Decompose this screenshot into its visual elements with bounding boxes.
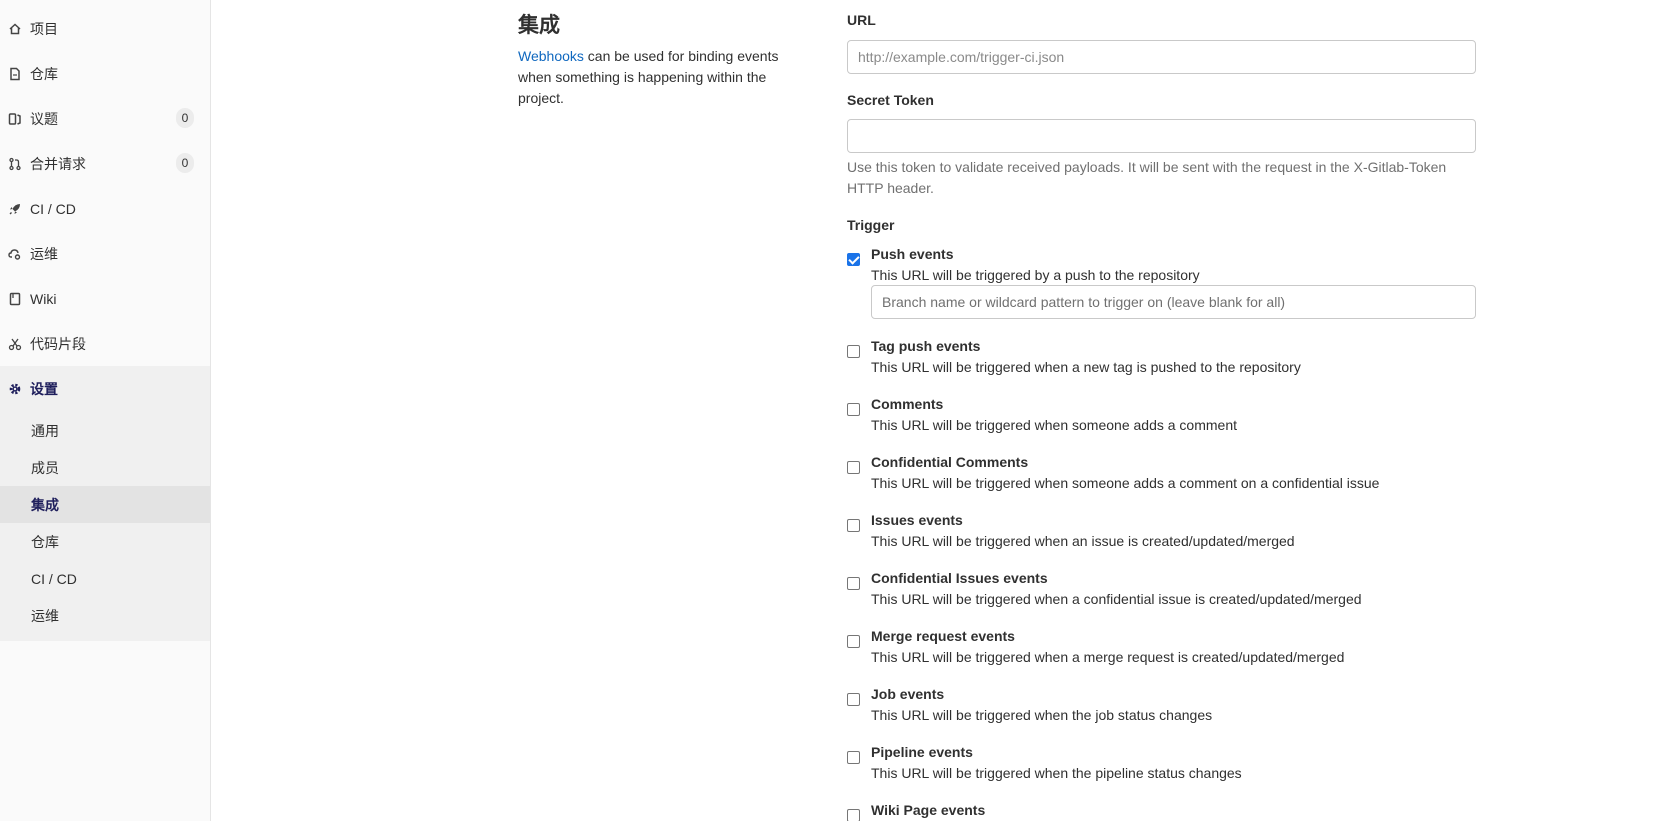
sidebar-item-label: 项目 xyxy=(30,20,58,37)
trigger-title: Merge request events xyxy=(871,628,1015,644)
page-title: 集成 xyxy=(518,14,560,37)
sidebar: 项目 仓库 议题 0 合并请求 0 CI / CD 运维 Wiki 代码片段 设… xyxy=(0,0,211,821)
trigger-description: This URL will be triggered when an issue… xyxy=(871,533,1295,549)
settings-sub-integrations[interactable]: 集成 xyxy=(0,486,210,523)
trigger-title: Wiki Page events xyxy=(871,802,986,818)
url-input[interactable] xyxy=(847,40,1476,74)
issues-events-checkbox[interactable] xyxy=(847,519,860,532)
sidebar-item-label: 代码片段 xyxy=(30,335,86,352)
tag-push-events-checkbox[interactable] xyxy=(847,345,860,358)
trigger-title: Pipeline events xyxy=(871,744,973,760)
settings-sub-operations[interactable]: 运维 xyxy=(0,597,210,634)
comments-checkbox[interactable] xyxy=(847,403,860,416)
secret-token-help: Use this token to validate received payl… xyxy=(847,159,1447,196)
sidebar-item-merge-requests[interactable]: 合并请求 0 xyxy=(0,141,210,186)
trigger-title: Job events xyxy=(871,686,945,702)
trigger-description: This URL will be triggered when someone … xyxy=(871,417,1237,433)
secret-token-input[interactable] xyxy=(847,119,1476,153)
sidebar-item-label: 议题 xyxy=(30,110,58,127)
webhooks-link[interactable]: Webhooks xyxy=(518,48,584,64)
sidebar-item-settings[interactable]: 设置 xyxy=(0,366,210,411)
trigger-title: Confidential Comments xyxy=(871,454,1029,470)
sidebar-item-operations[interactable]: 运维 xyxy=(0,231,210,276)
settings-section: 设置 通用 成员 集成 仓库 CI / CD 运维 xyxy=(0,366,210,641)
settings-sub-repository[interactable]: 仓库 xyxy=(0,523,210,560)
sidebar-item-label: 设置 xyxy=(30,380,58,397)
trigger-title: Confidential Issues events xyxy=(871,570,1048,586)
wiki-page-events-checkbox[interactable] xyxy=(847,809,860,821)
settings-sub-general[interactable]: 通用 xyxy=(0,412,210,449)
trigger-title: Push events xyxy=(871,246,954,262)
trigger-description: This URL will be triggered by a push to … xyxy=(871,267,1200,283)
pipeline-events-checkbox[interactable] xyxy=(847,751,860,764)
merge-request-events-checkbox[interactable] xyxy=(847,635,860,648)
settings-sub-members[interactable]: 成员 xyxy=(0,449,210,486)
scissors-icon xyxy=(8,337,22,351)
job-events-checkbox[interactable] xyxy=(847,693,860,706)
trigger-title: Tag push events xyxy=(871,338,981,354)
sidebar-item-wiki[interactable]: Wiki xyxy=(0,276,210,321)
sidebar-item-label: 合并请求 xyxy=(30,155,86,172)
url-label: URL xyxy=(847,12,876,28)
book-icon xyxy=(8,292,22,306)
trigger-title: Comments xyxy=(871,396,944,412)
settings-sub-ci-cd[interactable]: CI / CD xyxy=(0,560,210,597)
document-icon xyxy=(8,67,22,81)
sidebar-item-snippets[interactable]: 代码片段 xyxy=(0,321,210,366)
sidebar-item-label: 仓库 xyxy=(30,65,58,82)
secret-token-label: Secret Token xyxy=(847,92,934,108)
cloud-gear-icon xyxy=(8,247,22,261)
sidebar-item-label: CI / CD xyxy=(30,200,76,217)
trigger-description: This URL will be triggered when a confid… xyxy=(871,591,1362,607)
issues-icon xyxy=(8,112,22,126)
push-events-checkbox[interactable] xyxy=(847,253,860,266)
trigger-description: This URL will be triggered when a new ta… xyxy=(871,359,1301,375)
sidebar-item-repository[interactable]: 仓库 xyxy=(0,51,210,96)
trigger-label: Trigger xyxy=(847,217,895,233)
sidebar-item-ci-cd[interactable]: CI / CD xyxy=(0,186,210,231)
trigger-description: This URL will be triggered when the job … xyxy=(871,707,1213,723)
merge-requests-count-badge: 0 xyxy=(176,153,194,173)
sidebar-item-project[interactable]: 项目 xyxy=(0,6,210,51)
sidebar-item-issues[interactable]: 议题 0 xyxy=(0,96,210,141)
branch-filter-input[interactable] xyxy=(871,285,1476,319)
home-icon xyxy=(8,22,22,36)
rocket-icon xyxy=(8,202,22,216)
trigger-description: This URL will be triggered when the pipe… xyxy=(871,765,1242,781)
confidential-comments-checkbox[interactable] xyxy=(847,461,860,474)
sidebar-item-label: 运维 xyxy=(30,245,58,262)
trigger-title: Issues events xyxy=(871,512,963,528)
trigger-description: This URL will be triggered when a merge … xyxy=(871,649,1345,665)
gear-icon xyxy=(8,382,22,396)
intro-text: Webhooks can be used for binding events … xyxy=(518,46,798,109)
issues-count-badge: 0 xyxy=(176,108,194,128)
trigger-description: This URL will be triggered when someone … xyxy=(871,475,1380,491)
confidential-issues-events-checkbox[interactable] xyxy=(847,577,860,590)
merge-request-icon xyxy=(8,157,22,171)
sidebar-item-label: Wiki xyxy=(30,290,57,307)
